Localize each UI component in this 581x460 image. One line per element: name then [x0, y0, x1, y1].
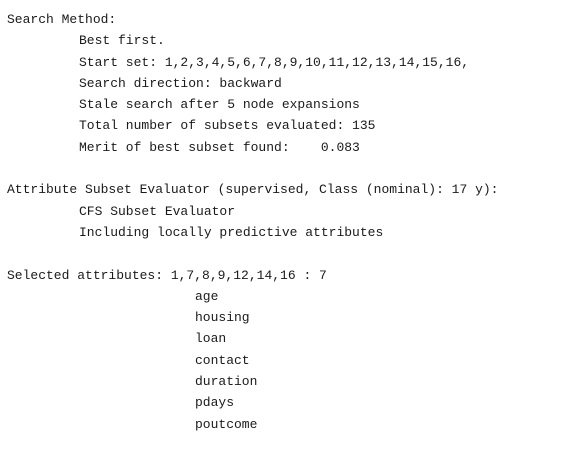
- attribute-item: poutcome: [195, 416, 258, 432]
- search-method-name: Best first.: [79, 33, 165, 49]
- attribute-item: duration: [195, 374, 258, 390]
- evaluator-option: Including locally predictive attributes: [79, 224, 384, 240]
- attribute-item: contact: [195, 352, 250, 368]
- stale-search-line: Stale search after 5 node expansions: [79, 97, 360, 113]
- attribute-item: loan: [195, 331, 227, 347]
- selected-attributes-heading: Selected attributes: 1,7,8,9,12,14,16 : …: [7, 267, 327, 283]
- attribute-item: pdays: [195, 395, 235, 411]
- evaluator-name: CFS Subset Evaluator: [79, 203, 236, 219]
- merit-line: Merit of best subset found: 0.083: [79, 139, 360, 155]
- subsets-evaluated-line: Total number of subsets evaluated: 135: [79, 118, 376, 134]
- evaluator-heading: Attribute Subset Evaluator (supervised, …: [7, 182, 499, 198]
- attribute-item: age: [195, 288, 219, 304]
- attribute-item: housing: [195, 310, 250, 326]
- search-direction-line: Search direction: backward: [79, 75, 282, 91]
- search-method-heading: Search Method:: [7, 12, 117, 27]
- start-set-line: Start set: 1,2,3,4,5,6,7,8,9,10,11,12,13…: [79, 54, 470, 70]
- classifier-output-text[interactable]: Search Method: Best first. Start set: 1,…: [0, 0, 581, 460]
